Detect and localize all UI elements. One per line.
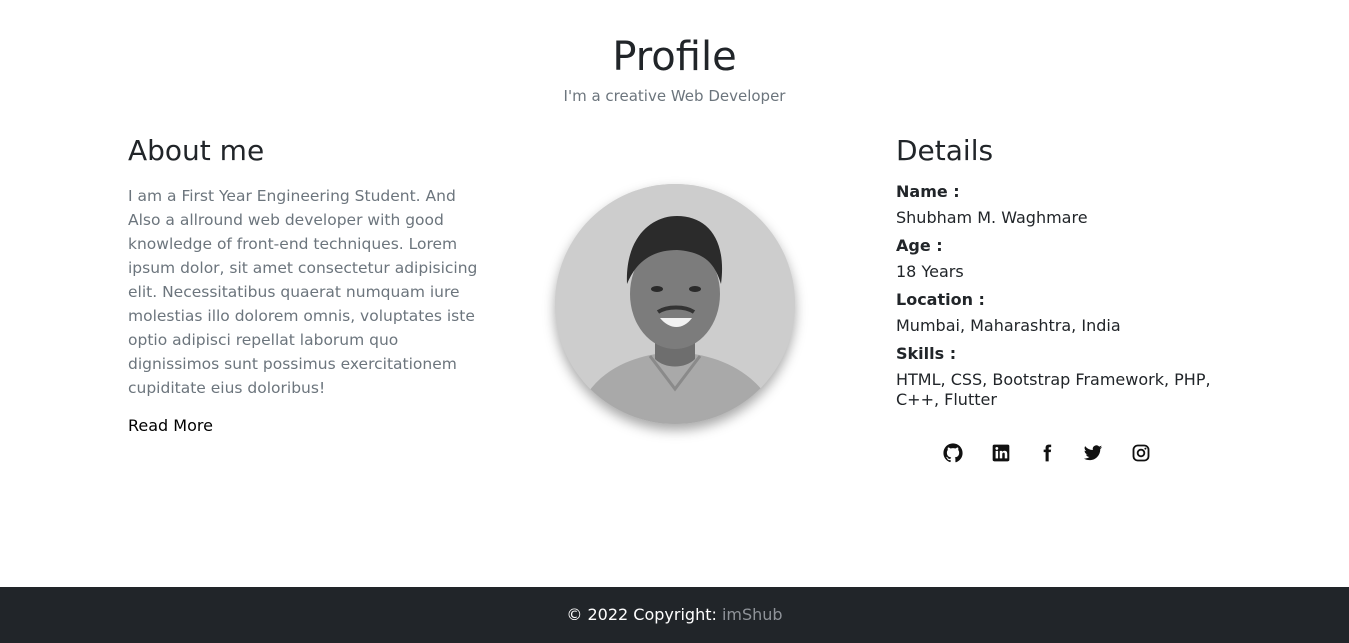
detail-value-skills: HTML, CSS, Bootstrap Framework, PHP, C++… [896, 369, 1211, 409]
footer: © 2022 Copyright: imShub [0, 587, 1349, 643]
footer-brand-link[interactable]: imShub [722, 605, 783, 624]
about-section: About me I am a First Year Engineering S… [128, 134, 483, 435]
detail-label-location: Location : [896, 289, 985, 309]
profile-photo [555, 184, 795, 424]
detail-label-name: Name : [896, 181, 960, 201]
page-header: Profile I'm a creative Web Developer [0, 33, 1349, 105]
detail-label-age: Age : [896, 235, 943, 255]
page-subtitle: I'm a creative Web Developer [563, 87, 786, 105]
twitter-icon-glyph [1083, 445, 1103, 461]
facebook-icon[interactable] [1035, 441, 1059, 465]
detail-value-age: 18 Years [896, 261, 964, 281]
footer-copyright: © 2022 Copyright: [566, 605, 722, 624]
twitter-icon[interactable] [1081, 441, 1105, 465]
detail-value-location: Mumbai, Maharashtra, India [896, 315, 1121, 335]
github-icon[interactable] [941, 441, 965, 465]
about-text: I am a First Year Engineering Student. A… [128, 186, 478, 397]
about-heading: About me [128, 134, 265, 167]
page-title: Profile [612, 34, 737, 80]
instagram-icon[interactable] [1129, 441, 1153, 465]
details-section: Details Name : Shubham M. Waghmare Age :… [896, 134, 1216, 418]
social-links [896, 441, 1196, 467]
read-more-link[interactable]: Read More [128, 416, 213, 435]
detail-label-skills: Skills : [896, 343, 957, 363]
details-heading: Details [896, 134, 994, 167]
linkedin-icon[interactable] [989, 441, 1013, 465]
github-icon-glyph [943, 443, 963, 463]
profile-photo-illustration [555, 184, 795, 424]
linkedin-icon-glyph [992, 444, 1010, 462]
detail-value-name: Shubham M. Waghmare [896, 207, 1088, 227]
facebook-icon-glyph [1043, 444, 1052, 462]
instagram-icon-glyph [1132, 444, 1150, 462]
